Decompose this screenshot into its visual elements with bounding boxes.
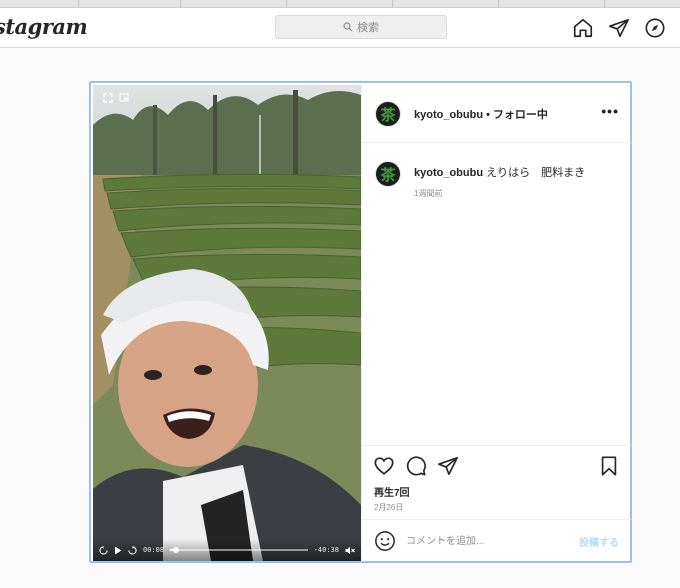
video-top-controls (103, 93, 129, 103)
caption-username[interactable]: kyoto_obubu (414, 167, 483, 179)
nav-icon-group (572, 17, 666, 39)
top-navigation-bar: stagram 検索 (0, 8, 680, 48)
search-bar[interactable]: 検索 (275, 15, 447, 39)
forward-15-icon[interactable] (128, 545, 137, 555)
play-count[interactable]: 再生7回 (374, 484, 410, 499)
share-paper-plane-icon[interactable] (437, 455, 459, 477)
avatar-tea-glyph: 茶 (380, 105, 396, 124)
separator-dot: • (486, 109, 490, 121)
fullscreen-icon[interactable] (103, 93, 113, 103)
post-author-line: kyoto_obubu • フォロー中 (414, 106, 548, 122)
rewind-15-icon[interactable] (99, 545, 108, 555)
caption-text: えりはら 肥料まき (486, 167, 586, 179)
save-bookmark-icon[interactable] (598, 455, 620, 477)
post-caption: kyoto_obubu えりはら 肥料まき (414, 164, 585, 180)
follow-status[interactable]: フォロー中 (493, 109, 548, 121)
post-side-panel: 茶 kyoto_obubu • フォロー中 ••• 茶 kyoto_obubu えり… (361, 85, 631, 561)
video-scrubber-knob[interactable] (172, 547, 179, 553)
mute-icon[interactable] (345, 546, 355, 555)
like-heart-icon[interactable] (373, 455, 395, 477)
tab-divider (392, 0, 393, 8)
search-icon (343, 22, 353, 32)
post-date: 2月26日 (374, 503, 404, 512)
video-control-bar: 00:08 -40:38 (93, 539, 361, 561)
add-comment-bar: 投稿する (362, 519, 631, 561)
search-placeholder: 検索 (357, 22, 379, 34)
home-icon[interactable] (572, 17, 594, 39)
explore-compass-icon[interactable] (644, 17, 666, 39)
comment-bubble-icon[interactable] (405, 455, 427, 477)
tab-divider (604, 0, 605, 8)
video-scrubber[interactable] (170, 547, 308, 553)
tab-divider (78, 0, 79, 8)
video-player[interactable]: 00:08 -40:38 (93, 85, 361, 561)
caption-timestamp: 1週間前 (414, 189, 443, 198)
tab-divider (180, 0, 181, 8)
author-username[interactable]: kyoto_obubu (414, 109, 483, 121)
post-modal: 00:08 -40:38 茶 kyoto_obubu•フォロー中 ••• 茶 (89, 81, 632, 563)
avatar[interactable]: 茶 (375, 101, 401, 127)
browser-tab-strip (0, 0, 680, 8)
direct-message-icon[interactable] (608, 17, 630, 39)
video-remaining-time: -40:38 (313, 546, 339, 554)
post-actions: 再生7回 2月26日 (362, 445, 631, 519)
emoji-icon[interactable] (374, 530, 396, 552)
more-options-icon[interactable]: ••• (601, 103, 619, 119)
comment-input[interactable] (406, 533, 556, 549)
tab-divider (498, 0, 499, 8)
post-header: 茶 kyoto_obubu • フォロー中 ••• (362, 85, 631, 143)
video-frame-tea-field (93, 85, 361, 561)
picture-in-picture-icon[interactable] (119, 93, 129, 103)
tab-divider (286, 0, 287, 8)
play-icon[interactable] (114, 546, 122, 555)
avatar-tea-glyph: 茶 (380, 165, 396, 184)
video-current-time: 00:08 (143, 546, 165, 554)
post-comment-button[interactable]: 投稿する (579, 534, 619, 549)
instagram-logo[interactable]: stagram (0, 14, 88, 39)
caption-avatar[interactable]: 茶 (375, 161, 401, 187)
